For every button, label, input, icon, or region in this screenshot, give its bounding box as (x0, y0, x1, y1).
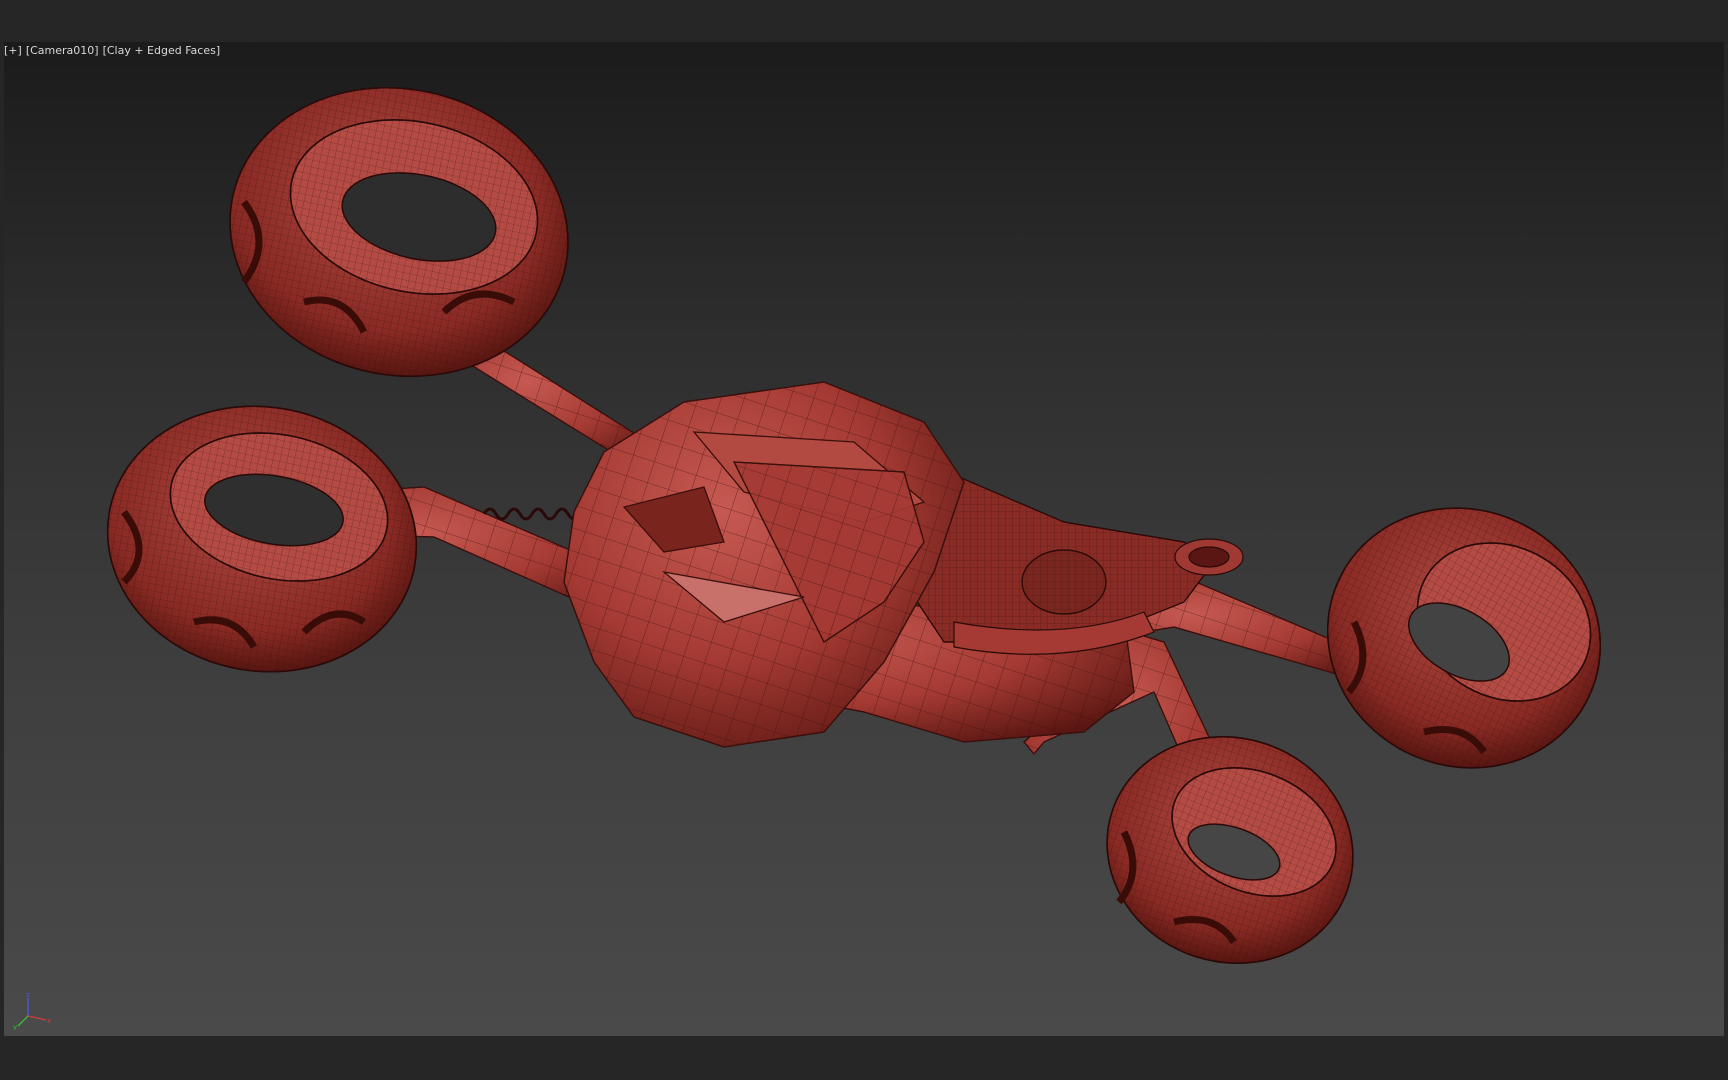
tire-front-left (229, 86, 569, 378)
tire-front-right (1106, 736, 1354, 964)
tire-rear-left (106, 405, 418, 673)
viewport-shading-menu[interactable]: [Clay + Edged Faces] (103, 44, 221, 58)
bottom-status-area (0, 1036, 1728, 1080)
hover-bike-model[interactable] (4, 42, 1724, 1036)
app-window: [+] [Camera010] [Clay + Edged Faces] z x… (0, 0, 1728, 1080)
axis-y-label: y (13, 1023, 17, 1030)
viewport-camera-menu[interactable]: [Camera010] (26, 44, 99, 58)
axis-z-label: z (26, 991, 30, 999)
camera-viewport[interactable]: [+] [Camera010] [Clay + Edged Faces] z x… (4, 42, 1724, 1036)
axis-x-label: x (47, 1017, 51, 1025)
viewport-label: [+] [Camera010] [Clay + Edged Faces] (4, 44, 220, 58)
suspension-spring (482, 507, 582, 521)
tire-rear-right (1326, 507, 1602, 769)
axis-tripod-icon: z x y (13, 991, 51, 1030)
viewport-menu-plus[interactable]: [+] (4, 44, 22, 58)
top-toolbar-area (0, 0, 1728, 42)
